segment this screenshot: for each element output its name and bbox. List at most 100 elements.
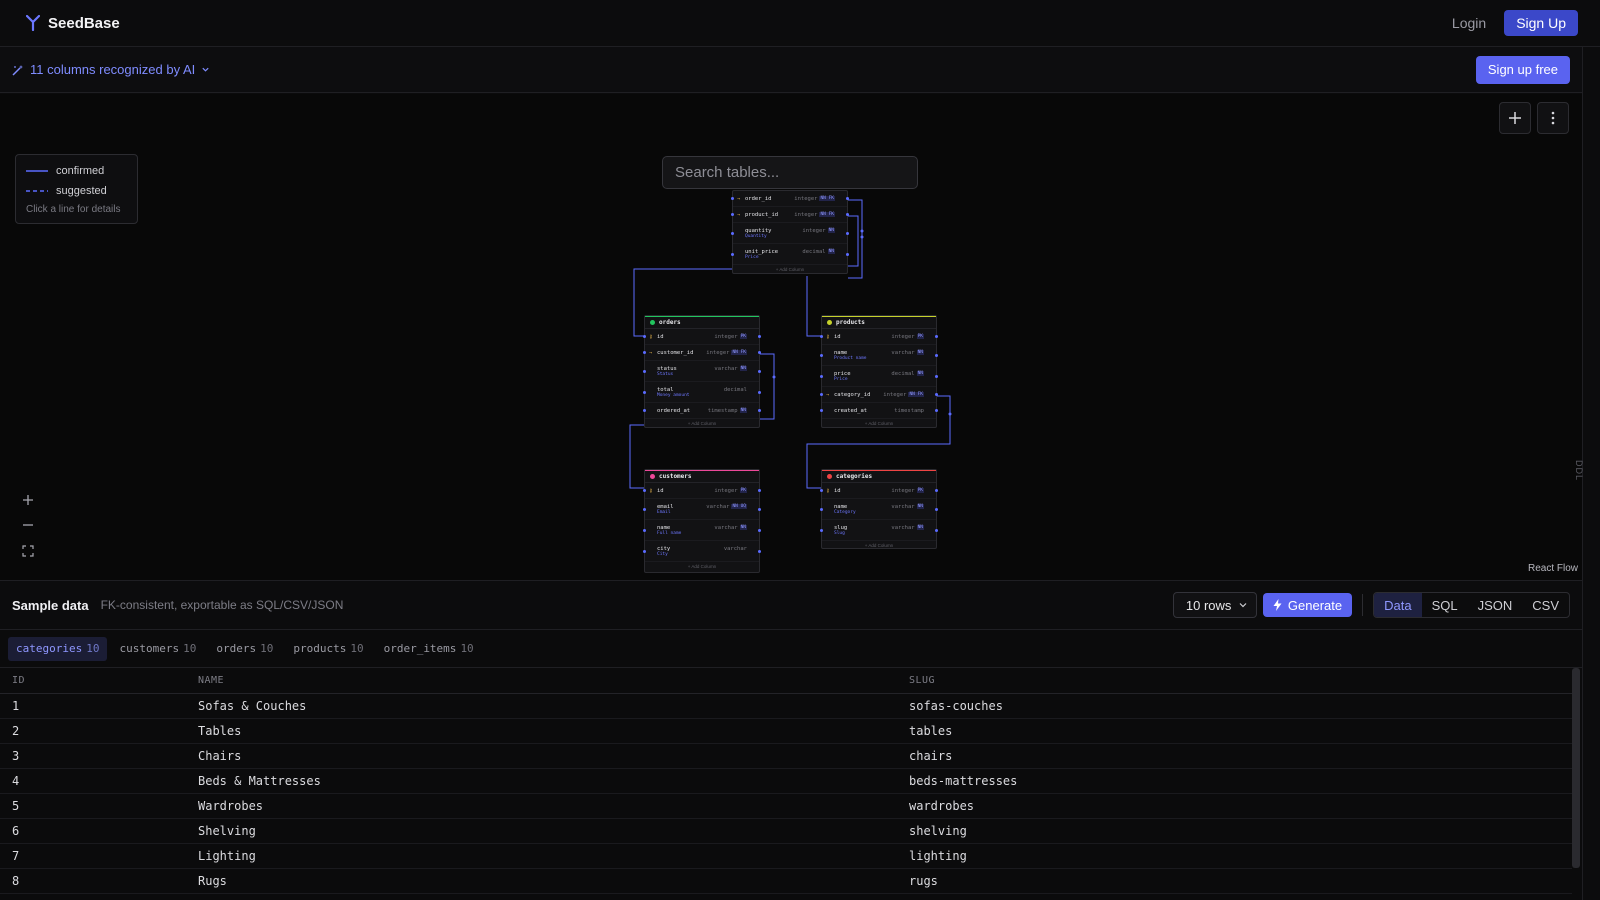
ddl-side-panel[interactable] — [1582, 47, 1600, 900]
add-table-button[interactable] — [1499, 102, 1531, 134]
connection-handle[interactable] — [731, 252, 734, 256]
connection-handle[interactable] — [731, 231, 734, 235]
connection-handle[interactable] — [820, 409, 823, 412]
connection-handle[interactable] — [758, 390, 761, 394]
table-node-header[interactable]: orders — [645, 316, 759, 329]
table-cell[interactable]: beds-mattresses — [909, 774, 1509, 788]
table-cell[interactable]: wardrobes — [909, 799, 1509, 813]
add-column-button[interactable]: + Add Column — [822, 541, 936, 550]
react-flow-attribution[interactable]: React Flow — [1528, 563, 1578, 574]
table-cell[interactable]: tables — [909, 724, 1509, 738]
format-tab-json[interactable]: JSON — [1468, 593, 1523, 617]
schema-column-row[interactable]: order_id integer NN FK → — [731, 191, 849, 207]
grid-scrollbar[interactable] — [1572, 668, 1580, 868]
connection-handle[interactable] — [846, 252, 849, 256]
schema-column-row[interactable]: created_at timestamp — [820, 403, 938, 419]
connection-handle[interactable] — [820, 393, 823, 396]
connection-handle[interactable] — [758, 369, 761, 373]
connection-handle[interactable] — [643, 549, 646, 553]
zoom-in-button[interactable] — [18, 490, 38, 510]
ai-detected-dropdown[interactable]: 11 columns recognized by AI — [12, 62, 210, 77]
table-node-products[interactable]: products id integer PK ⚷ name varchar NN Product… — [820, 315, 938, 428]
table-row[interactable]: 3 Chairs chairs — [0, 744, 1572, 769]
schema-column-row[interactable]: unit_price decimal NN Price — [731, 244, 849, 265]
add-column-button[interactable]: + Add Column — [733, 265, 847, 274]
connection-handle[interactable] — [935, 409, 938, 412]
table-tab-products[interactable]: products 10 — [285, 637, 371, 661]
connection-handle[interactable] — [758, 351, 761, 354]
schema-column-row[interactable]: product_id integer NN FK → — [731, 207, 849, 223]
connection-handle[interactable] — [820, 489, 823, 492]
connection-handle[interactable] — [643, 528, 646, 532]
table-row[interactable]: 2 Tables tables — [0, 719, 1572, 744]
table-cell[interactable]: 8 — [0, 874, 198, 888]
table-cell[interactable]: Rugs — [198, 874, 909, 888]
schema-column-row[interactable]: slug varchar NN Slug — [820, 520, 938, 541]
schema-column-row[interactable]: id integer PK ⚷ — [643, 483, 761, 499]
connection-handle[interactable] — [731, 213, 734, 216]
connection-handle[interactable] — [758, 549, 761, 553]
schema-column-row[interactable]: total decimal Money amount — [643, 382, 761, 403]
generate-button[interactable]: Generate — [1262, 593, 1353, 617]
zoom-out-button[interactable] — [18, 515, 38, 535]
table-node-orders[interactable]: orders id integer PK ⚷ customer_id integer NN F… — [643, 315, 761, 428]
table-row[interactable]: 7 Lighting lighting — [0, 844, 1572, 869]
table-row[interactable]: 5 Wardrobes wardrobes — [0, 794, 1572, 819]
format-tab-data[interactable]: Data — [1374, 593, 1422, 617]
connection-handle[interactable] — [935, 507, 938, 511]
table-tab-customers[interactable]: customers 10 — [111, 637, 204, 661]
format-tab-csv[interactable]: CSV — [1522, 593, 1569, 617]
connection-handle[interactable] — [758, 528, 761, 532]
connection-handle[interactable] — [643, 351, 646, 354]
connection-handle[interactable] — [935, 335, 938, 338]
table-node-header[interactable]: products — [822, 316, 936, 329]
table-node-header[interactable]: customers — [645, 470, 759, 483]
table-tab-order-items[interactable]: order_items 10 — [376, 637, 482, 661]
connection-handle[interactable] — [758, 335, 761, 338]
column-header-id[interactable]: ID — [0, 675, 198, 686]
connection-handle[interactable] — [935, 353, 938, 357]
connection-handle[interactable] — [643, 489, 646, 492]
table-cell[interactable]: 5 — [0, 799, 198, 813]
table-cell[interactable]: sofas-couches — [909, 699, 1509, 713]
connection-handle[interactable] — [731, 197, 734, 200]
rows-count-select[interactable]: 10 rows — [1172, 592, 1257, 618]
schema-column-row[interactable]: price decimal NN Price — [820, 366, 938, 387]
table-row[interactable]: 6 Shelving shelving — [0, 819, 1572, 844]
table-tab-orders[interactable]: orders 10 — [208, 637, 281, 661]
schema-column-row[interactable]: quantity integer NN Quantity — [731, 223, 849, 244]
connection-handle[interactable] — [820, 507, 823, 511]
connection-handle[interactable] — [846, 197, 849, 200]
table-cell[interactable]: 6 — [0, 824, 198, 838]
login-link[interactable]: Login — [1452, 15, 1486, 31]
connection-handle[interactable] — [846, 213, 849, 216]
connection-handle[interactable] — [758, 409, 761, 412]
connection-handle[interactable] — [758, 489, 761, 492]
table-node-order-items[interactable]: order_id integer NN FK → product_id integer NN… — [731, 190, 849, 274]
connection-handle[interactable] — [935, 393, 938, 396]
connection-handle[interactable] — [935, 374, 938, 378]
brand[interactable]: SeedBase — [26, 15, 120, 32]
table-row[interactable]: 4 Beds & Mattresses beds-mattresses — [0, 769, 1572, 794]
table-cell[interactable]: 2 — [0, 724, 198, 738]
schema-column-row[interactable]: id integer PK ⚷ — [643, 329, 761, 345]
table-cell[interactable]: Wardrobes — [198, 799, 909, 813]
connection-handle[interactable] — [935, 528, 938, 532]
table-cell[interactable]: 3 — [0, 749, 198, 763]
table-cell[interactable]: Shelving — [198, 824, 909, 838]
schema-column-row[interactable]: status varchar NN Status — [643, 361, 761, 382]
schema-canvas[interactable]: order_id integer NN FK → product_id integer NN… — [0, 94, 1582, 580]
table-cell[interactable]: Beds & Mattresses — [198, 774, 909, 788]
table-cell[interactable]: 4 — [0, 774, 198, 788]
table-row[interactable]: 8 Rugs rugs — [0, 869, 1572, 894]
table-cell[interactable]: Lighting — [198, 849, 909, 863]
schema-column-row[interactable]: city varchar City — [643, 541, 761, 562]
table-cell[interactable]: 1 — [0, 699, 198, 713]
search-tables-input[interactable] — [662, 156, 918, 189]
add-column-button[interactable]: + Add Column — [822, 419, 936, 428]
table-node-header[interactable]: categories — [822, 470, 936, 483]
ddl-label[interactable]: DDL — [1574, 460, 1584, 481]
table-cell[interactable]: rugs — [909, 874, 1509, 888]
table-cell[interactable]: chairs — [909, 749, 1509, 763]
schema-column-row[interactable]: id integer PK ⚷ — [820, 329, 938, 345]
